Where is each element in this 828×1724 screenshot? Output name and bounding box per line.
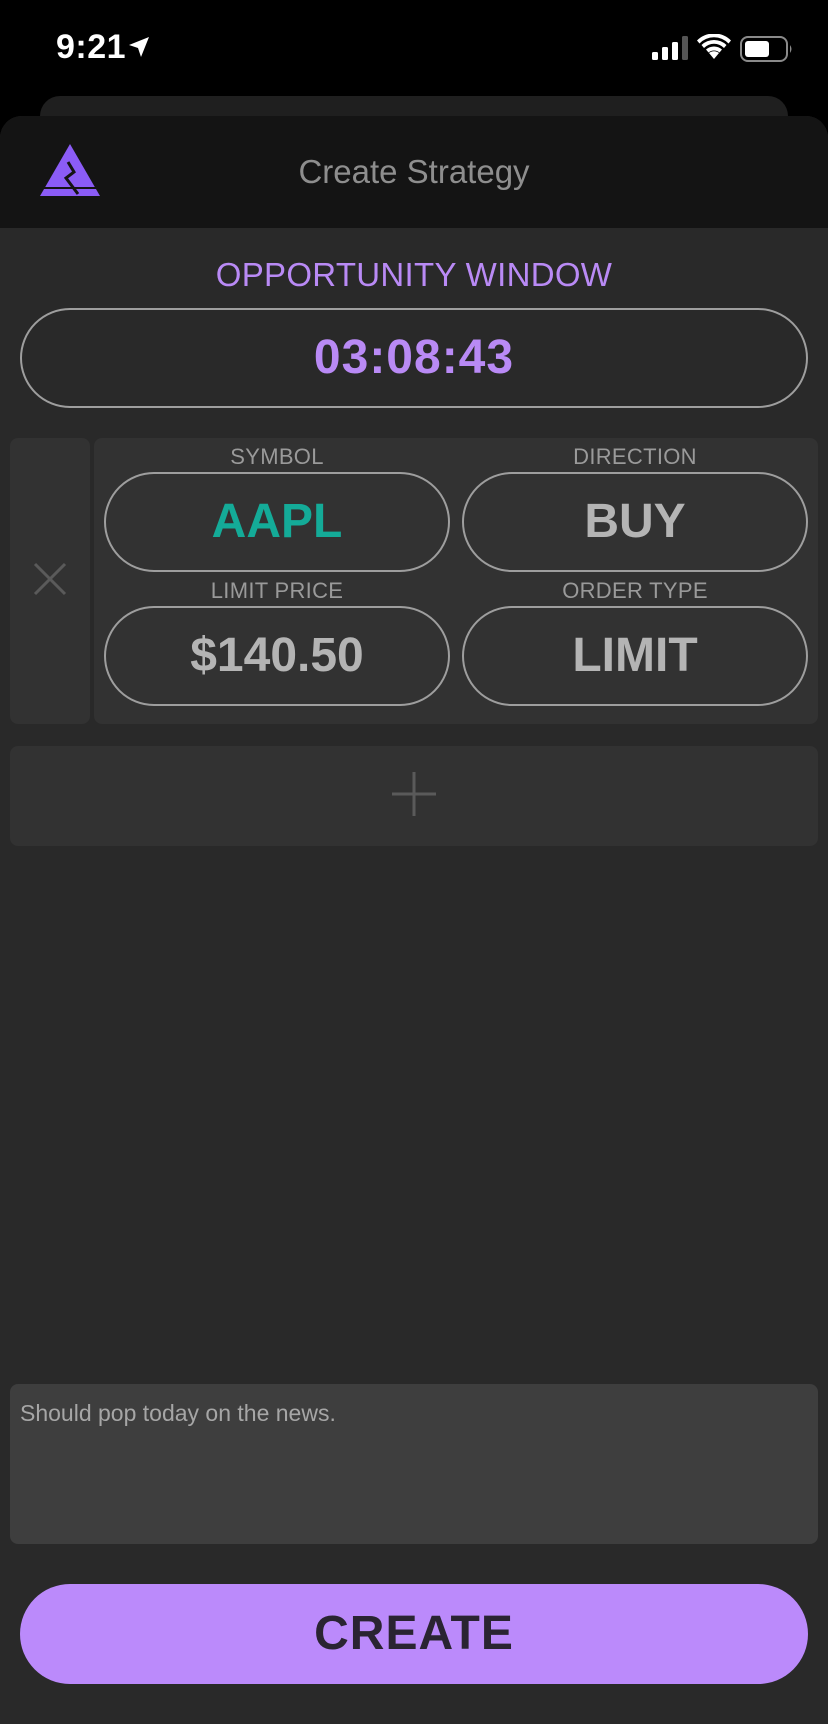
opportunity-window-label: OPPORTUNITY WINDOW [215,256,613,293]
remove-leg-button[interactable] [10,438,90,724]
limit-price-field[interactable]: $140.50 [104,606,450,706]
status-time: 9:21 [56,28,127,66]
create-strategy-sheet: Create Strategy OPPORTUNITY WINDOW 03:08… [0,116,828,1724]
order-type-label: ORDER TYPE [562,578,708,603]
create-button[interactable]: CREATE [20,1584,808,1684]
close-icon [33,562,67,601]
strategy-leg-card: SYMBOL AAPL DIRECTION BUY LIMIT PRICE $1… [94,438,818,724]
opportunity-window-timer[interactable]: 03:08:43 [20,308,808,408]
header: Create Strategy [0,116,828,228]
wifi-icon [697,33,731,65]
add-leg-button[interactable] [10,746,818,846]
strategy-note-input[interactable]: Should pop today on the news. [10,1384,818,1544]
location-arrow-icon [128,36,150,63]
status-bar: 9:21 [0,0,828,100]
cellular-signal-icon [652,36,688,65]
direction-label: DIRECTION [573,444,697,469]
direction-field[interactable]: BUY [462,472,808,572]
symbol-label: SYMBOL [230,444,324,469]
symbol-field[interactable]: AAPL [104,472,450,572]
order-type-field[interactable]: LIMIT [462,606,808,706]
battery-icon [740,36,794,67]
page-title: Create Strategy [298,153,530,190]
plus-icon [390,770,438,823]
limit-price-label: LIMIT PRICE [210,578,344,603]
